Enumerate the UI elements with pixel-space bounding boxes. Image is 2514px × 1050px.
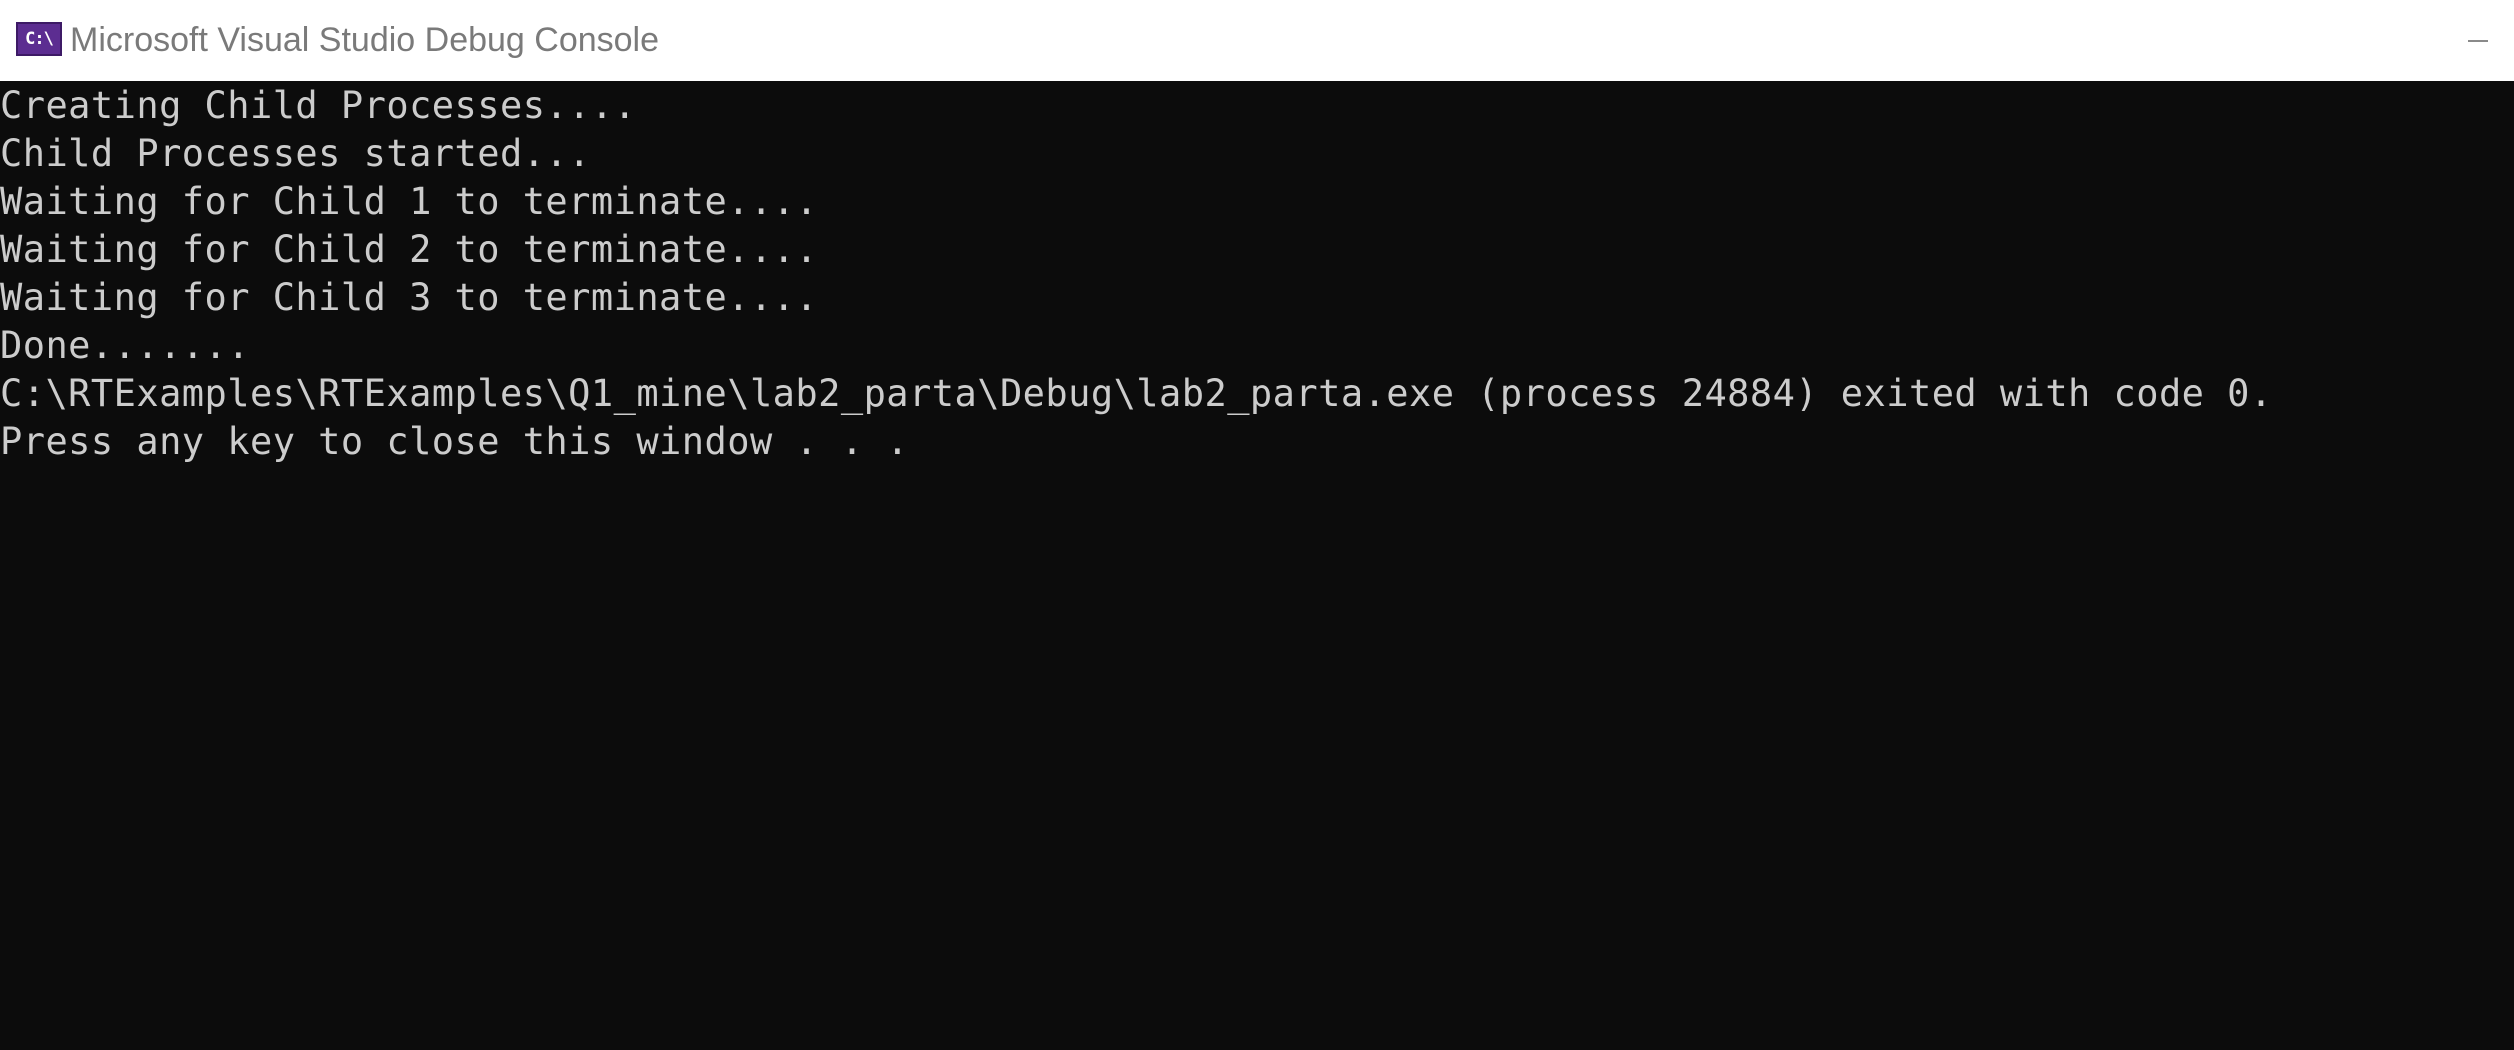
console-line: C:\RTExamples\RTExamples\Q1_mine\lab2_pa… [0, 372, 2273, 415]
minimize-icon [2468, 39, 2488, 42]
console-line: Done....... [0, 324, 250, 367]
console-line: Waiting for Child 1 to terminate.... [0, 180, 819, 223]
console-line: Creating Child Processes.... [0, 84, 637, 127]
title-bar[interactable]: C:\ Microsoft Visual Studio Debug Consol… [0, 0, 2514, 81]
console-app-icon-label: C:\ [25, 28, 54, 49]
console-line: Waiting for Child 3 to terminate.... [0, 276, 819, 319]
window-title: Microsoft Visual Studio Debug Console [70, 21, 660, 59]
console-line: Press any key to close this window . . . [0, 420, 910, 463]
debug-console-window: C:\ Microsoft Visual Studio Debug Consol… [0, 0, 2514, 1050]
console-line: Child Processes started... [0, 132, 591, 175]
console-line: Waiting for Child 2 to terminate.... [0, 228, 819, 271]
console-app-icon: C:\ [16, 22, 62, 56]
minimize-button[interactable] [2422, 0, 2514, 81]
console-output[interactable]: Creating Child Processes.... Child Proce… [0, 82, 2514, 1050]
